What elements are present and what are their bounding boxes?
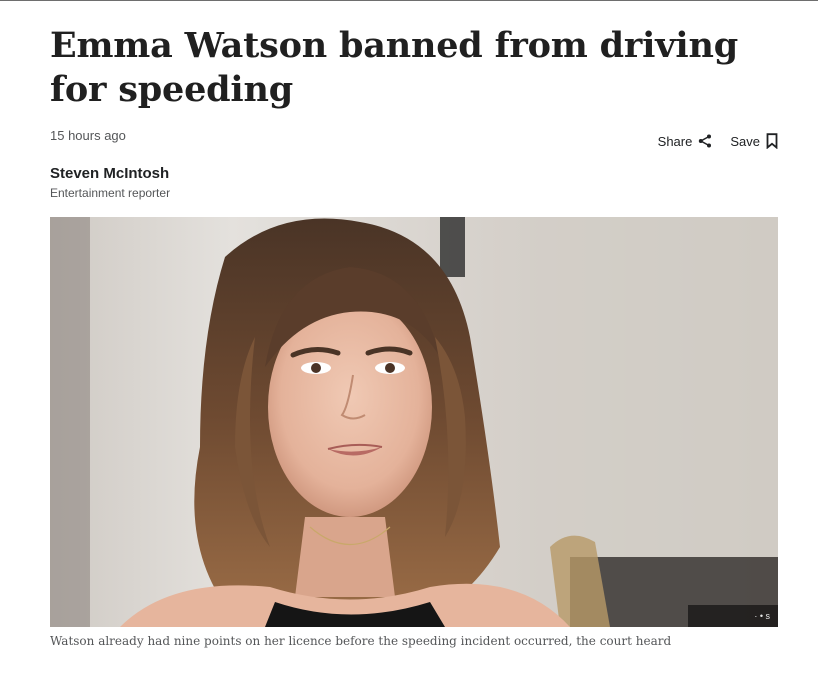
bookmark-icon	[766, 133, 778, 149]
save-button[interactable]: Save	[730, 133, 778, 149]
author-name: Steven McIntosh	[50, 165, 170, 182]
article-timestamp: 15 hours ago	[50, 128, 126, 143]
portrait-illustration	[50, 217, 778, 627]
article-headline: Emma Watson banned from driving for spee…	[50, 25, 738, 110]
author-role: Entertainment reporter	[50, 186, 171, 200]
share-label: Share	[657, 133, 693, 149]
article-photo: · • s	[50, 217, 778, 627]
article-actions: Share Save	[658, 133, 778, 149]
top-divider	[0, 0, 818, 1]
save-label: Save	[730, 133, 760, 149]
image-credit: · • s	[688, 605, 778, 627]
image-caption: Watson already had nine points on her li…	[50, 634, 672, 648]
share-button[interactable]: Share	[658, 134, 713, 149]
share-icon	[698, 134, 712, 148]
